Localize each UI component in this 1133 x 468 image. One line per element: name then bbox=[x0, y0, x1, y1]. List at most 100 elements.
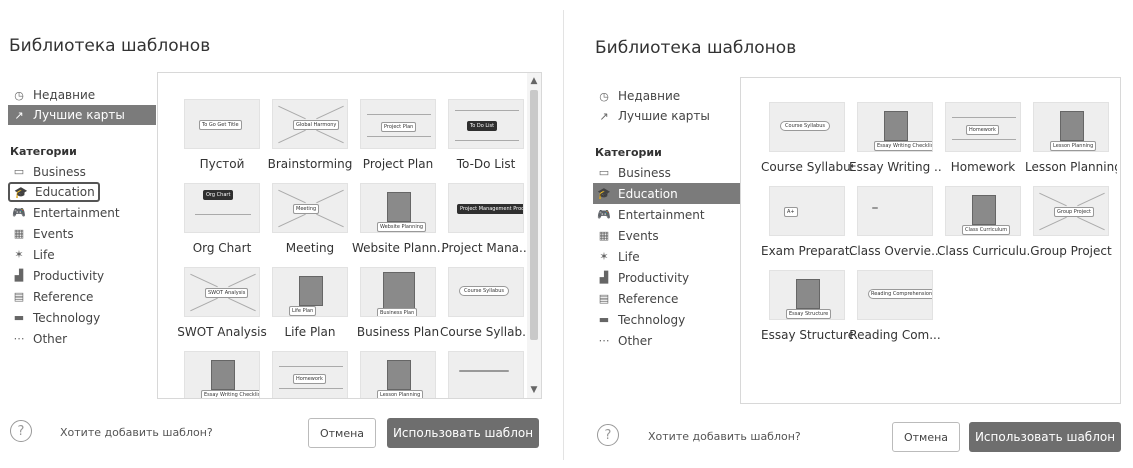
category-label: Events bbox=[618, 228, 659, 243]
category-item-reference[interactable]: ▤ Reference bbox=[8, 286, 156, 307]
category-item-reference[interactable]: ▤ Reference bbox=[593, 288, 741, 309]
category-item-productivity[interactable]: ▟ Productivity bbox=[593, 267, 741, 288]
template-grid-panel[interactable]: To Go Get Title Пустой Global Harmony Brain… bbox=[157, 72, 542, 399]
template-card[interactable]: Reading Comprehension Template Reading Co… bbox=[849, 270, 941, 354]
nav-item-recent[interactable]: ◷ Недавние bbox=[8, 85, 156, 105]
category-item-business[interactable]: ▭ Business bbox=[8, 161, 156, 182]
template-grid: To Go Get Title Пустой Global Harmony Brain… bbox=[177, 99, 532, 398]
template-card[interactable]: Global Harmony Brainstorming bbox=[266, 99, 354, 183]
template-card[interactable]: Org Chart Org Chart bbox=[178, 183, 266, 267]
add-template-prompt[interactable]: Хотите добавить шаблон? bbox=[60, 426, 213, 439]
template-card[interactable]: Class Curriculum Class Curriculu... bbox=[937, 186, 1029, 270]
template-card[interactable]: Essay Writing Checklist bbox=[178, 351, 266, 398]
thumbnail-connector bbox=[228, 297, 256, 312]
category-item-life[interactable]: ✶ Life bbox=[8, 244, 156, 265]
template-library-dialog-right: Библиотека шаблонов ◷ Недавние ↗ Лучшие кар… bbox=[573, 0, 1133, 468]
scrollbar-thumb[interactable] bbox=[530, 90, 538, 340]
template-thumbnail bbox=[857, 186, 933, 236]
category-item-life[interactable]: ✶ Life bbox=[593, 246, 741, 267]
template-card[interactable]: Homework Homework bbox=[939, 102, 1027, 186]
template-label: Meeting bbox=[285, 241, 335, 255]
calendar-icon: ▦ bbox=[13, 227, 25, 240]
dialog-title: Библиотека шаблонов bbox=[9, 36, 211, 56]
nav-item-top-maps[interactable]: ↗ Лучшие карты bbox=[8, 105, 156, 125]
thumbnail-connector bbox=[316, 105, 344, 120]
cancel-button[interactable]: Отмена bbox=[308, 418, 376, 448]
thumbnail-node: Website Planning bbox=[377, 222, 427, 232]
thumbnail-image bbox=[387, 192, 411, 222]
template-card[interactable]: Homework bbox=[266, 351, 354, 398]
category-item-events[interactable]: ▦ Events bbox=[8, 223, 156, 244]
template-card[interactable]: Course Syllabus Course Syllab... bbox=[440, 267, 532, 351]
thumbnail-connector bbox=[190, 297, 218, 312]
category-item-entertainment[interactable]: 🎮 Entertainment bbox=[593, 204, 741, 225]
nav-item-top-maps[interactable]: ↗ Лучшие карты bbox=[593, 106, 741, 126]
scrollbar[interactable]: ▲ ▼ bbox=[527, 73, 541, 398]
thumbnail-connector bbox=[279, 366, 343, 367]
template-card[interactable]: Course Syllabus Course Syllabus bbox=[761, 102, 853, 186]
use-template-button[interactable]: Использовать шаблон bbox=[969, 422, 1121, 452]
template-card[interactable]: SWOT Analysis SWOT Analysis bbox=[177, 267, 267, 351]
category-label: Life bbox=[33, 247, 55, 262]
template-card[interactable]: Group Project Group Project bbox=[1027, 186, 1115, 270]
thumbnail-connector bbox=[316, 213, 344, 228]
category-item-technology[interactable]: ▬ Technology bbox=[593, 309, 741, 330]
dialog-title: Библиотека шаблонов bbox=[595, 38, 797, 58]
category-label: Events bbox=[33, 226, 74, 241]
categories-heading: Категории bbox=[595, 146, 662, 159]
template-card[interactable]: Project Management Process Project Mana..… bbox=[442, 183, 530, 267]
template-card[interactable]: Website Planning Website Plann... bbox=[352, 183, 444, 267]
add-template-prompt[interactable]: Хотите добавить шаблон? bbox=[648, 430, 801, 443]
category-item-other[interactable]: ⋯ Other bbox=[8, 328, 156, 349]
thumbnail-node: SWOT Analysis bbox=[205, 288, 249, 298]
template-label: Life Plan bbox=[284, 325, 336, 339]
nav-item-recent[interactable]: ◷ Недавние bbox=[593, 86, 741, 106]
category-item-education[interactable]: 🎓 Education bbox=[8, 182, 100, 202]
help-icon[interactable]: ? bbox=[10, 420, 32, 442]
thumbnail-connector bbox=[316, 189, 344, 204]
template-grid: Course Syllabus Course Syllabus Essay Writ… bbox=[761, 102, 1117, 354]
template-card[interactable]: Class Overvie... bbox=[849, 186, 941, 270]
template-card[interactable]: Lesson Planning Lesson Planning bbox=[1025, 102, 1117, 186]
book-icon: ▤ bbox=[13, 290, 25, 303]
category-item-business[interactable]: ▭ Business bbox=[593, 162, 741, 183]
scroll-up-icon[interactable]: ▲ bbox=[527, 76, 541, 86]
category-item-entertainment[interactable]: 🎮 Entertainment bbox=[8, 202, 156, 223]
template-card[interactable]: Essay Writing Checklist Essay Writing ... bbox=[849, 102, 941, 186]
template-label: Essay Structure bbox=[761, 328, 853, 342]
category-item-other[interactable]: ⋯ Other bbox=[593, 330, 741, 351]
thumbnail-node: To Do List bbox=[467, 121, 498, 131]
trending-icon: ↗ bbox=[14, 108, 24, 122]
template-card[interactable]: Business Plan Business Plan bbox=[354, 267, 442, 351]
category-label: Entertainment bbox=[33, 205, 120, 220]
template-card[interactable]: Life Plan Life Plan bbox=[266, 267, 354, 351]
help-icon[interactable]: ? bbox=[597, 424, 619, 446]
cancel-button[interactable]: Отмена bbox=[892, 422, 960, 452]
category-item-events[interactable]: ▦ Events bbox=[593, 225, 741, 246]
thumbnail-connector bbox=[278, 189, 306, 204]
template-card[interactable] bbox=[442, 351, 530, 398]
category-item-productivity[interactable]: ▟ Productivity bbox=[8, 265, 156, 286]
template-card[interactable]: Lesson Planning bbox=[354, 351, 442, 398]
template-card[interactable]: To Go Get Title Пустой bbox=[178, 99, 266, 183]
template-card[interactable]: To Do List To-Do List bbox=[442, 99, 530, 183]
category-item-education[interactable]: 🎓 Education bbox=[593, 183, 741, 204]
category-label: Other bbox=[618, 333, 653, 348]
template-card[interactable]: Project Plan Project Plan bbox=[354, 99, 442, 183]
template-thumbnail: Course Syllabus bbox=[448, 267, 524, 317]
template-card[interactable]: Meeting Meeting bbox=[266, 183, 354, 267]
template-library-dialog-left: Библиотека шаблонов ◷ Недавние ↗ Лучшие кар… bbox=[0, 0, 555, 468]
thumbnail-node: Project Management Process bbox=[457, 204, 523, 214]
template-card[interactable]: Essay Structure Essay Structure bbox=[761, 270, 853, 354]
thumbnail-node: Life Plan bbox=[289, 306, 317, 316]
template-card[interactable]: A+ Exam Preparat... bbox=[761, 186, 853, 270]
template-grid-panel[interactable]: Course Syllabus Course Syllabus Essay Writ… bbox=[740, 77, 1121, 404]
use-template-button[interactable]: Использовать шаблон bbox=[387, 418, 539, 448]
category-item-technology[interactable]: ▬ Technology bbox=[8, 307, 156, 328]
scroll-down-icon[interactable]: ▼ bbox=[527, 385, 541, 395]
category-label: Entertainment bbox=[618, 207, 705, 222]
person-icon: ✶ bbox=[14, 248, 24, 261]
bar-chart-icon: ▟ bbox=[14, 269, 24, 282]
template-thumbnail: Group Project bbox=[1033, 186, 1109, 236]
thumbnail-node: Meeting bbox=[293, 204, 320, 214]
